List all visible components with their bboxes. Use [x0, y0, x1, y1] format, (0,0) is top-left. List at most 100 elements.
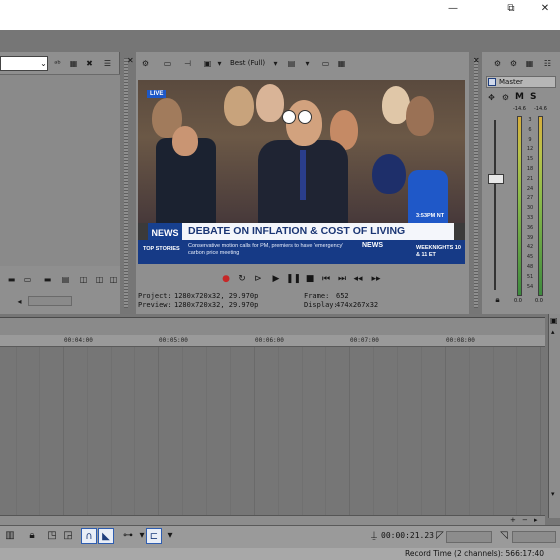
loop-icon[interactable]: ↻: [236, 272, 248, 286]
crop-icon[interactable]: ◳: [44, 528, 60, 544]
comment-icon[interactable]: ◫: [78, 274, 89, 285]
solo-button[interactable]: S: [530, 92, 536, 102]
views-icon[interactable]: ☰: [102, 58, 113, 69]
display-value: 474x267x32: [336, 301, 379, 309]
explorer-file-list[interactable]: [0, 74, 120, 266]
meter-scale-label: 36: [526, 224, 534, 231]
event-pan-icon[interactable]: ◲: [60, 528, 76, 544]
previous-frame-icon[interactable]: ◂◂: [352, 272, 364, 286]
fx-icon[interactable]: ▦: [524, 58, 535, 69]
go-to-start-icon[interactable]: ⏮: [320, 272, 332, 286]
automation-icon[interactable]: ✥: [486, 92, 497, 103]
meter-scale: 3 6 9 12 15 18 21 24 27 30 33 36 39 42 45 48 51 54: [526, 116, 534, 292]
preview-label: Preview:: [138, 301, 172, 309]
next-frame-icon[interactable]: ▸▸: [370, 272, 382, 286]
peak-left: -14.6: [513, 106, 526, 112]
lock-icon[interactable]: 🔒︎: [24, 528, 40, 544]
minimize-button[interactable]: —: [438, 0, 468, 22]
scroll-right-icon[interactable]: ▸: [534, 516, 538, 524]
split-screen-icon[interactable]: ⊣: [182, 58, 193, 69]
range-end-field[interactable]: [512, 531, 556, 543]
close-icon[interactable]: ✕: [127, 56, 134, 65]
level-meter-left: [517, 116, 522, 296]
meter-scale-label: 9: [528, 136, 532, 143]
film-icon[interactable]: ▬: [6, 274, 17, 285]
record-icon[interactable]: ●: [220, 272, 232, 286]
gear-icon[interactable]: ⚙: [140, 58, 151, 69]
delete-icon[interactable]: ✖: [84, 58, 95, 69]
go-to-end-icon[interactable]: ⏭: [336, 272, 348, 286]
expand-icon[interactable]: ▣: [550, 316, 558, 325]
mute-button[interactable]: M: [515, 92, 524, 102]
close-button[interactable]: ✕: [530, 0, 560, 22]
gear-icon[interactable]: ⚙: [492, 58, 503, 69]
scroll-left-icon[interactable]: ◂: [14, 296, 25, 307]
master-select-icon[interactable]: [488, 78, 496, 86]
horizontal-scrollbar[interactable]: + − ▸: [0, 515, 545, 525]
copy-snapshot-icon[interactable]: ▭: [320, 58, 331, 69]
maximize-button[interactable]: ⧉: [496, 0, 526, 22]
chevron-down-icon[interactable]: ▾: [214, 58, 225, 69]
gridline-minor: [111, 347, 112, 515]
magnet-snap-icon[interactable]: ∩: [81, 528, 97, 544]
scroll-down-icon[interactable]: ▾: [551, 490, 555, 498]
cursor-time-readout: 00:00:21.23: [381, 531, 434, 540]
lock-envelopes-icon[interactable]: ⊏: [146, 528, 162, 544]
volume-fader[interactable]: [488, 174, 504, 184]
comment-remove-icon[interactable]: ◫: [108, 274, 119, 285]
chevron-down-icon[interactable]: ▾: [162, 528, 178, 544]
scroll-up-icon[interactable]: ▴: [551, 328, 555, 336]
time-tick: 00:06:00: [255, 337, 284, 344]
range-end-icon[interactable]: ◹: [496, 528, 512, 544]
meter-scale-label: 18: [526, 165, 534, 172]
trash-icon[interactable]: ▥: [2, 528, 18, 544]
pane-grip[interactable]: [124, 58, 128, 308]
track-area[interactable]: [0, 347, 545, 515]
stop-icon[interactable]: ■: [304, 272, 316, 286]
play-from-start-icon[interactable]: ⊳: [252, 272, 264, 286]
pane-grip[interactable]: [474, 58, 478, 308]
lock-icon[interactable]: 🔒︎: [492, 294, 503, 305]
film-strip-icon[interactable]: ▬: [42, 274, 53, 285]
auto-crossfade-icon[interactable]: ◣: [98, 528, 114, 544]
gridline-minor: [516, 347, 517, 515]
pause-icon[interactable]: ❚❚: [286, 272, 301, 286]
quality-dropdown[interactable]: Best (Full): [230, 59, 265, 67]
selection-length-field[interactable]: [446, 531, 492, 543]
preview-value: 1280x720x32, 29.970p: [174, 301, 259, 309]
meter-scale-label: 30: [526, 205, 534, 212]
chevron-down-icon[interactable]: ▾: [270, 58, 281, 69]
ticker-logo: NEWS: [362, 242, 383, 249]
chevron-down-icon[interactable]: ▾: [302, 58, 313, 69]
meter-scale-label: 33: [526, 214, 534, 221]
close-icon[interactable]: ✕: [473, 56, 480, 65]
mixer-icon[interactable]: ☷: [542, 58, 553, 69]
fx-gear-icon[interactable]: ⚙: [500, 92, 511, 103]
play-icon[interactable]: ▶: [270, 272, 282, 286]
grid-view-icon[interactable]: ▦: [68, 58, 79, 69]
gridline-major: [63, 347, 64, 515]
zoom-in-icon[interactable]: +: [510, 516, 516, 524]
video-eye-overlay: [282, 110, 296, 124]
video-headline: DEBATE ON INFLATION & COST OF LIVING: [182, 223, 454, 240]
clip-icon[interactable]: ▤: [60, 274, 71, 285]
comment-add-icon[interactable]: ◫: [94, 274, 105, 285]
zoom-out-icon[interactable]: −: [522, 516, 528, 524]
gridline-minor: [87, 347, 88, 515]
external-monitor-icon[interactable]: ▭: [162, 58, 173, 69]
record-time-status: Record Time (2 channels): 566:17:40: [405, 549, 544, 558]
overlays-icon[interactable]: ▤: [286, 58, 297, 69]
display-label: Display:: [304, 301, 338, 309]
live-badge: LIVE: [147, 90, 167, 98]
gridline-minor: [469, 347, 470, 515]
explorer-scrollbar[interactable]: [28, 296, 72, 306]
time-tick: 00:05:00: [159, 337, 188, 344]
abc-view-icon[interactable]: ᵃᵇ: [52, 58, 63, 69]
peak-right: -14.6: [534, 106, 547, 112]
folder-icon[interactable]: ▭: [22, 274, 33, 285]
vertical-scrollbar[interactable]: ▣ ▴ ▾: [548, 314, 560, 518]
chevron-down-icon[interactable]: ⌄: [38, 58, 49, 69]
save-snapshot-icon[interactable]: ▦: [336, 58, 347, 69]
preview-mode-icon[interactable]: ▣: [202, 58, 213, 69]
gear-icon[interactable]: ⚙: [508, 58, 519, 69]
